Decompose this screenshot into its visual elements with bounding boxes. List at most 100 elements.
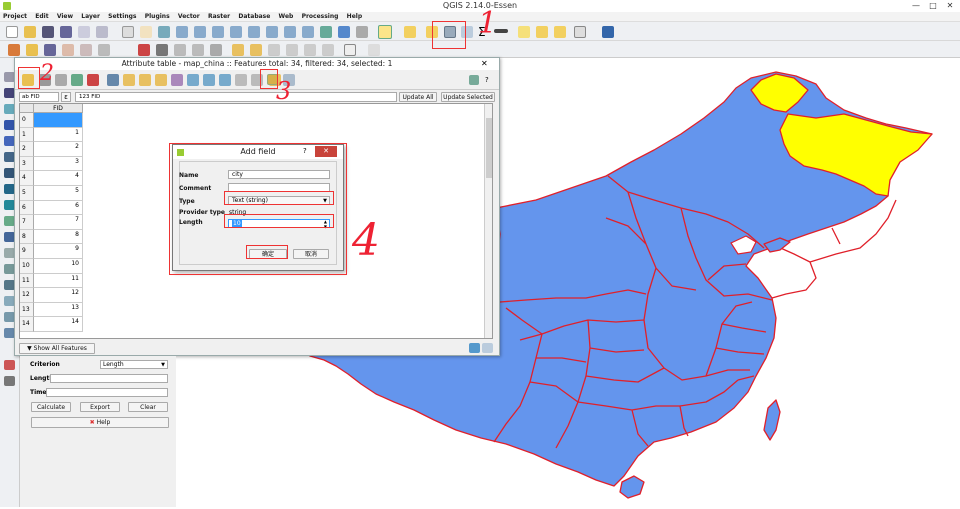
composer-manager-icon[interactable] — [96, 26, 108, 38]
menu-processing[interactable]: Processing — [299, 12, 342, 22]
maximize-button[interactable]: □ — [925, 0, 941, 12]
table-cell[interactable]: 10 — [34, 259, 83, 274]
copy-rows-icon[interactable] — [235, 74, 247, 86]
deselect-all-icon[interactable] — [155, 74, 167, 86]
row-header[interactable]: 11 — [20, 273, 34, 289]
row-header[interactable]: 2 — [20, 142, 34, 157]
export-button[interactable]: Export — [80, 402, 120, 412]
zoom-to-selected-icon[interactable] — [219, 74, 231, 86]
menu-help[interactable]: Help — [344, 12, 365, 22]
osm-icon[interactable] — [4, 360, 15, 370]
row-header[interactable]: 13 — [20, 302, 34, 318]
table-view-icon[interactable] — [469, 343, 480, 353]
select-by-expression-icon[interactable] — [107, 74, 119, 86]
row-header[interactable]: 10 — [20, 259, 34, 274]
move-label-icon[interactable] — [286, 44, 298, 56]
table-cell[interactable]: 9 — [34, 244, 83, 259]
calculate-button[interactable]: Calculate — [31, 402, 71, 412]
table-cell[interactable]: 4 — [34, 171, 83, 186]
menu-edit[interactable]: Edit — [32, 12, 51, 22]
help-contents-icon[interactable] — [602, 26, 614, 38]
add-delimited-text-icon[interactable] — [344, 44, 356, 56]
time-output[interactable] — [46, 388, 168, 397]
pan-icon[interactable] — [140, 26, 152, 38]
table-cell[interactable]: 12 — [34, 288, 83, 303]
rotate-label-icon[interactable] — [304, 44, 316, 56]
menu-database[interactable]: Database — [235, 12, 273, 22]
menu-view[interactable]: View — [54, 12, 76, 22]
delete-feature-icon[interactable] — [87, 74, 99, 86]
zoom-next-icon[interactable] — [302, 26, 314, 38]
close-button[interactable]: ✕ — [942, 0, 958, 12]
menu-plugins[interactable]: Plugins — [142, 12, 173, 22]
map-tips-icon[interactable] — [518, 26, 530, 38]
select-by-expression-icon[interactable] — [404, 26, 416, 38]
reload-icon[interactable] — [55, 74, 67, 86]
zoom-last-icon[interactable] — [284, 26, 296, 38]
table-cell[interactable]: 3 — [34, 156, 83, 172]
refresh-icon[interactable] — [320, 26, 332, 38]
menu-layer[interactable]: Layer — [78, 12, 103, 22]
expression-input[interactable]: 123 FID — [75, 92, 397, 102]
add-feature-icon[interactable] — [62, 44, 74, 56]
row-header[interactable]: 0 — [20, 113, 34, 128]
corner-cell[interactable] — [20, 104, 34, 113]
menu-settings[interactable]: Settings — [105, 12, 139, 22]
invert-selection-icon[interactable] — [139, 74, 151, 86]
pin-labels-icon[interactable] — [250, 44, 262, 56]
row-header[interactable]: 12 — [20, 288, 34, 303]
attribute-table-close-button[interactable]: ✕ — [481, 58, 488, 70]
table-cell[interactable]: 13 — [34, 302, 83, 318]
row-header[interactable]: 5 — [20, 186, 34, 201]
column-header-fid[interactable]: FID — [34, 104, 83, 113]
dock-icon[interactable] — [469, 75, 479, 85]
expression-button[interactable]: ε — [61, 92, 71, 102]
cut-features-icon[interactable] — [156, 44, 168, 56]
table-cell[interactable]: 6 — [34, 200, 83, 216]
identify-icon[interactable] — [338, 26, 350, 38]
update-all-button[interactable]: Update All — [399, 92, 437, 102]
table-cell[interactable]: 14 — [34, 317, 83, 332]
update-selected-button[interactable]: Update Selected — [441, 92, 495, 102]
action-icon[interactable] — [356, 26, 368, 38]
table-cell[interactable]: 11 — [34, 273, 83, 289]
print-composer-icon[interactable] — [78, 26, 90, 38]
zoom-full-icon[interactable] — [212, 26, 224, 38]
table-cell[interactable]: 1 — [34, 127, 83, 143]
label-tool-icon[interactable] — [232, 44, 244, 56]
copy-features-icon[interactable] — [174, 44, 186, 56]
select-all-icon[interactable] — [123, 74, 135, 86]
save-project-icon[interactable] — [42, 26, 54, 38]
pan-to-selection-icon[interactable] — [158, 26, 170, 38]
save-edits-icon[interactable] — [44, 44, 56, 56]
select-features-icon[interactable] — [378, 25, 392, 39]
clear-button[interactable]: Clear — [128, 402, 168, 412]
menu-web[interactable]: Web — [276, 12, 297, 22]
node-tool-icon[interactable] — [98, 44, 110, 56]
row-header[interactable]: 14 — [20, 317, 34, 332]
undo-icon[interactable] — [210, 44, 222, 56]
open-project-icon[interactable] — [24, 26, 36, 38]
move-selection-top-icon[interactable] — [187, 74, 199, 86]
row-header[interactable]: 3 — [20, 156, 34, 172]
filter-icon[interactable] — [171, 74, 183, 86]
row-header[interactable]: 9 — [20, 244, 34, 259]
menu-vector[interactable]: Vector — [175, 12, 203, 22]
help-button[interactable]: ✖ Help — [31, 417, 169, 428]
show-all-features-button[interactable]: ▼ Show All Features — [19, 343, 95, 354]
scrollbar-thumb[interactable] — [486, 118, 492, 178]
add-vector-layer-icon[interactable] — [368, 44, 380, 56]
add-feature-icon[interactable] — [71, 74, 83, 86]
table-cell[interactable]: 2 — [34, 142, 83, 157]
gps-icon[interactable] — [4, 376, 15, 386]
row-header[interactable]: 4 — [20, 171, 34, 186]
zoom-out-icon[interactable] — [194, 26, 206, 38]
row-header[interactable]: 6 — [20, 200, 34, 216]
delete-selected-icon[interactable] — [138, 44, 150, 56]
menu-raster[interactable]: Raster — [205, 12, 233, 22]
new-project-icon[interactable] — [6, 26, 18, 38]
row-header[interactable]: 8 — [20, 229, 34, 245]
new-bookmark-icon[interactable] — [536, 26, 548, 38]
current-edits-icon[interactable] — [8, 44, 20, 56]
row-header[interactable]: 1 — [20, 127, 34, 143]
